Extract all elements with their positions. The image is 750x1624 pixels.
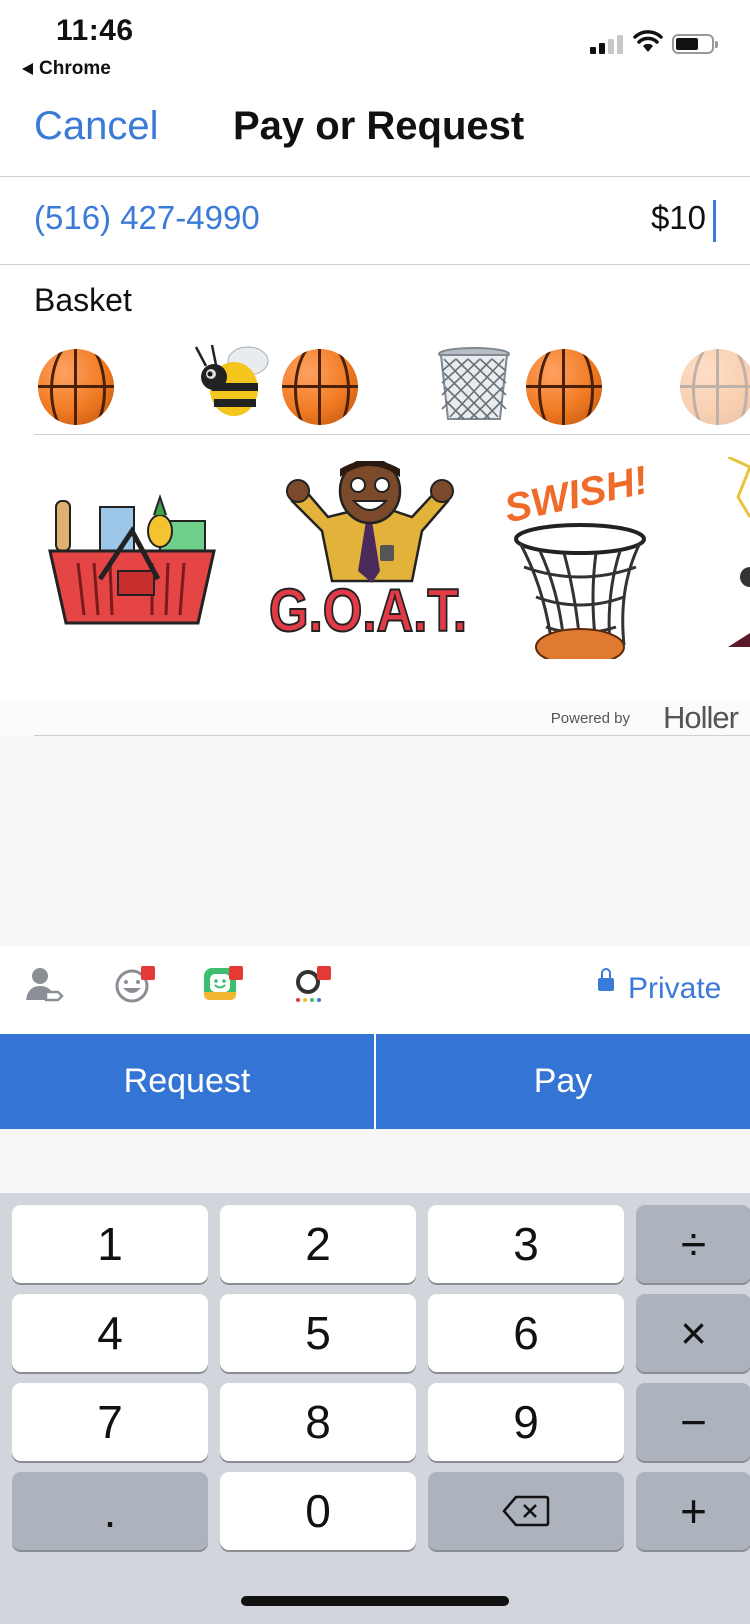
new-badge bbox=[229, 966, 243, 980]
text-cursor bbox=[713, 200, 716, 242]
privacy-toggle[interactable]: Private bbox=[628, 972, 721, 1006]
battery-icon bbox=[672, 34, 718, 54]
page-title: Pay or Request bbox=[233, 104, 525, 148]
cancel-button[interactable]: Cancel bbox=[34, 104, 159, 149]
key-subtract[interactable]: − bbox=[636, 1383, 750, 1461]
divider bbox=[0, 264, 750, 265]
cellular-signal-icon bbox=[590, 32, 623, 54]
back-app-label: Chrome bbox=[39, 58, 111, 79]
back-triangle-icon bbox=[22, 63, 33, 75]
key-5[interactable]: 5 bbox=[220, 1294, 416, 1372]
key-3[interactable]: 3 bbox=[428, 1205, 624, 1283]
key-2[interactable]: 2 bbox=[220, 1205, 416, 1283]
key-7[interactable]: 7 bbox=[12, 1383, 208, 1461]
powered-by-bar bbox=[0, 700, 750, 736]
basketball-icon[interactable] bbox=[526, 349, 602, 425]
recipient-field[interactable]: (516) 427-4990 bbox=[34, 199, 260, 237]
status-time: 11:46 bbox=[56, 14, 134, 47]
goat-sticker[interactable]: G.O.A.T. bbox=[262, 461, 474, 641]
key-1[interactable]: 1 bbox=[12, 1205, 208, 1283]
pay-button[interactable]: Pay bbox=[376, 1034, 750, 1129]
basketball-icon[interactable] bbox=[38, 349, 114, 425]
goat-sticker-text: G.O.A.T. bbox=[269, 577, 467, 641]
key-0[interactable]: 0 bbox=[220, 1472, 416, 1550]
key-add[interactable]: + bbox=[636, 1472, 750, 1550]
note-input[interactable]: Basket bbox=[34, 282, 132, 319]
wastebasket-icon[interactable] bbox=[436, 347, 512, 423]
powered-by-label: Powered by bbox=[550, 710, 630, 727]
key-9[interactable]: 9 bbox=[428, 1383, 624, 1461]
key-4[interactable]: 4 bbox=[12, 1294, 208, 1372]
delete-key[interactable] bbox=[428, 1472, 624, 1550]
keyboard-spacer bbox=[0, 1129, 750, 1193]
key-8[interactable]: 8 bbox=[220, 1383, 416, 1461]
emoji-suggestions bbox=[0, 344, 750, 431]
new-badge bbox=[141, 966, 155, 980]
numeric-keyboard: 1 2 3 ÷ 4 5 6 × 7 8 9 − . 0 + bbox=[0, 1193, 750, 1624]
amount-input[interactable]: $10 bbox=[651, 199, 706, 237]
swish-sticker[interactable]: SWISH! bbox=[500, 457, 660, 659]
holler-logo[interactable]: Holler bbox=[663, 700, 739, 736]
sticker-results: G.O.A.T. SWISH! bbox=[0, 437, 750, 699]
home-indicator[interactable] bbox=[241, 1596, 509, 1606]
partial-sticker[interactable] bbox=[728, 457, 750, 647]
key-decimal[interactable]: . bbox=[12, 1472, 208, 1550]
backspace-icon bbox=[502, 1495, 550, 1527]
basketball-icon[interactable] bbox=[680, 349, 750, 425]
contact-tag-icon[interactable] bbox=[24, 964, 64, 1004]
request-button[interactable]: Request bbox=[0, 1034, 374, 1129]
key-6[interactable]: 6 bbox=[428, 1294, 624, 1372]
grocery-basket-sticker[interactable] bbox=[48, 481, 218, 631]
divider bbox=[0, 176, 750, 177]
basketball-icon[interactable] bbox=[282, 349, 358, 425]
content-spacer bbox=[0, 736, 750, 946]
key-divide[interactable]: ÷ bbox=[636, 1205, 750, 1283]
bee-icon[interactable] bbox=[190, 341, 270, 421]
wifi-icon bbox=[633, 30, 663, 52]
divider bbox=[34, 434, 750, 435]
swish-sticker-text: SWISH! bbox=[501, 458, 652, 531]
key-multiply[interactable]: × bbox=[636, 1294, 750, 1372]
lock-icon[interactable] bbox=[598, 978, 614, 991]
new-badge bbox=[317, 966, 331, 980]
back-to-app-link[interactable]: Chrome bbox=[22, 58, 111, 80]
